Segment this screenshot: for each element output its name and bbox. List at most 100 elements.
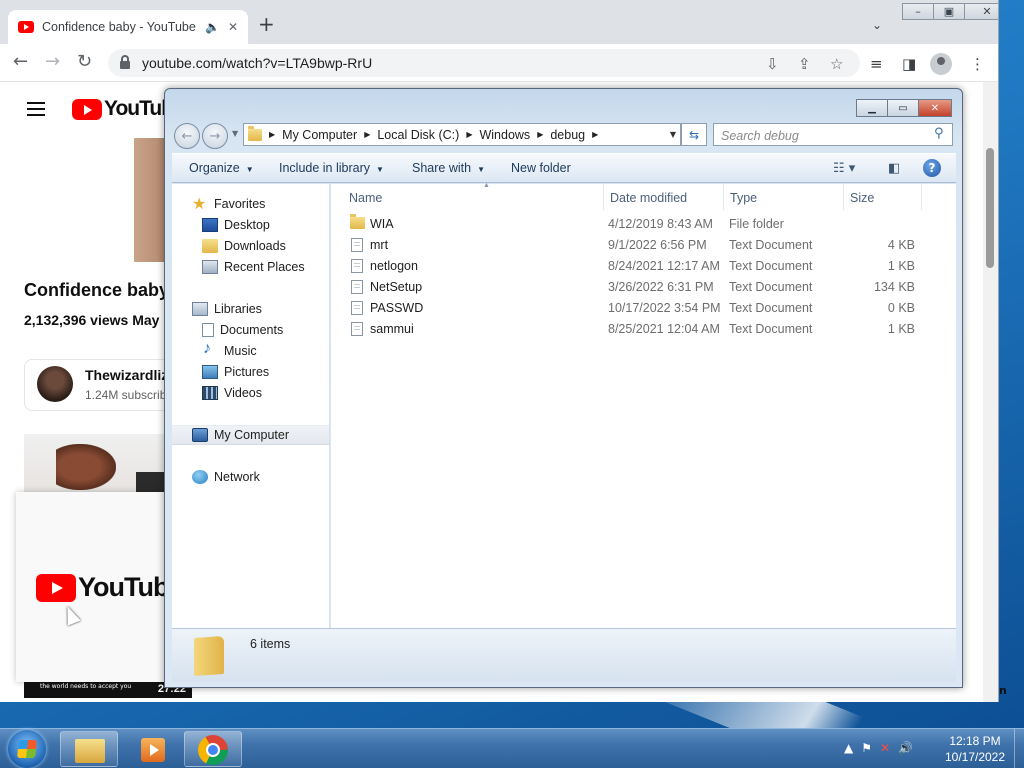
recommended-video-thumbnail[interactable] [24,434,164,494]
action-center-flag-icon[interactable]: ⚑ [861,741,872,755]
breadcrumb-separator-icon[interactable]: ▶ [537,130,543,139]
breadcrumb-windows[interactable]: Windows [479,128,530,142]
address-bar[interactable]: youtube.com/watch?v=LTA9bwp-RrU ⇩ ⇪ ☆ [108,49,860,77]
file-name: WIA [370,217,394,231]
nav-favorites[interactable]: Favorites [192,194,265,214]
nav-network[interactable]: Network [192,467,260,487]
column-header-type[interactable]: Type [724,184,844,210]
forward-button[interactable]: → [202,123,228,149]
forward-arrow-icon[interactable]: → [45,52,60,72]
close-tab-icon[interactable]: ✕ [228,20,238,34]
youtube-logo[interactable]: YouTube [72,97,164,121]
file-row-netsetup[interactable]: NetSetup 3/26/2022 6:31 PM Text Document… [349,277,939,298]
video-player[interactable] [134,138,164,262]
pictures-icon [202,365,218,379]
thumbnail-dark-area [136,472,164,494]
preview-pane-icon[interactable]: ◧ [888,161,900,176]
share-icon[interactable]: ⇪ [798,55,811,73]
nav-desktop[interactable]: Desktop [202,215,270,235]
nav-libraries[interactable]: Libraries [192,299,262,319]
nav-recent-places[interactable]: Recent Places [202,257,305,277]
nav-pictures[interactable]: Pictures [202,362,269,382]
close-window-button[interactable]: ✕ [964,3,998,20]
breadcrumb-local-disk[interactable]: Local Disk (C:) [377,128,459,142]
help-icon[interactable]: ? [923,159,941,177]
mini-player[interactable]: YouTube [16,492,183,682]
breadcrumb-separator-icon[interactable]: ▶ [269,130,275,139]
nav-my-computer[interactable]: My Computer [172,425,329,445]
profile-avatar[interactable] [930,53,952,75]
breadcrumb-separator-icon[interactable]: ▶ [364,130,370,139]
network-icon [192,470,208,484]
taskbar-media-player-button[interactable] [122,731,180,767]
taskbar-explorer-button[interactable] [60,731,118,767]
media-controls-icon[interactable]: ≡ [870,55,883,73]
show-hidden-icons-chevron-up-icon[interactable]: ▲ [844,741,853,755]
breadcrumb-debug[interactable]: debug [550,128,585,142]
lock-icon[interactable] [120,55,130,69]
url-text[interactable]: youtube.com/watch?v=LTA9bwp-RrU [142,55,372,71]
nav-music[interactable]: Music [202,340,257,361]
file-row-mrt[interactable]: mrt 9/1/2022 6:56 PM Text Document 4 KB [349,235,939,256]
reload-icon[interactable]: ↻ [77,52,92,72]
include-in-library-button[interactable]: Include in library ▼ [279,161,384,175]
column-header-date-modified[interactable]: Date modified [604,184,724,210]
bookmark-star-icon[interactable]: ☆ [830,55,843,73]
nav-label: My Computer [214,428,290,442]
volume-icon[interactable]: 🔊 [898,741,913,755]
nav-downloads[interactable]: Downloads [202,236,286,256]
network-disconnected-icon[interactable]: ✕ [880,741,890,755]
organize-button[interactable]: Organize ▼ [189,161,254,175]
recent-pages-chevron-down-icon[interactable]: ▼ [232,129,238,138]
explorer-minimize-button[interactable]: ▁ [856,99,888,117]
breadcrumb-separator-icon[interactable]: ▶ [592,130,598,139]
install-app-icon[interactable]: ⇩ [766,55,779,73]
view-options-icon[interactable]: ☷ ▾ [833,161,855,176]
share-with-button[interactable]: Share with ▼ [412,161,485,175]
nav-label: Pictures [224,365,270,379]
back-arrow-icon[interactable]: ← [13,52,28,72]
file-name: PASSWD [370,301,424,315]
channel-avatar[interactable] [37,366,73,402]
explorer-maximize-button[interactable]: ▭ [887,99,919,117]
tab-search-chevron-down-icon[interactable]: ⌄ [872,18,882,32]
channel-card[interactable]: Thewizardliz 1.24M subscrib [24,359,164,411]
breadcrumb-my-computer[interactable]: My Computer [282,128,357,142]
side-panel-icon[interactable]: ◨ [902,55,916,73]
file-row-netlogon[interactable]: netlogon 8/24/2021 12:17 AM Text Documen… [349,256,939,277]
file-row-wia[interactable]: WIA 4/12/2019 8:43 AM File folder [349,214,939,235]
taskbar-clock[interactable]: 12:18 PM 10/17/2022 [940,733,1010,765]
speaker-icon[interactable]: 🔈 [205,20,220,34]
nav-videos[interactable]: Videos [202,383,262,403]
new-folder-button[interactable]: New folder [511,161,571,175]
menu-kebab-icon[interactable]: ⋮ [970,55,985,73]
new-tab-button[interactable]: + [258,14,275,34]
sort-ascending-icon: ▲ [483,182,490,189]
scrollbar-thumb[interactable] [986,148,994,268]
navigation-pane: Favorites Desktop Downloads Recent Place… [172,184,330,628]
restore-button[interactable]: ▣ [933,3,965,20]
nav-documents[interactable]: Documents [202,320,283,340]
search-input[interactable] [713,123,953,146]
refresh-button[interactable]: ⇆ [681,123,707,146]
file-date: 8/25/2021 12:04 AM [608,322,720,336]
minimize-button[interactable]: – [902,3,934,20]
nav-label: Music [224,344,257,358]
thumbnail-image [56,444,116,490]
address-history-chevron-down-icon[interactable]: ▼ [670,130,676,139]
taskbar-chrome-button[interactable] [184,731,242,767]
page-scrollbar[interactable] [983,82,998,702]
breadcrumb-separator-icon[interactable]: ▶ [466,130,472,139]
start-button-windows-icon[interactable] [8,730,46,768]
address-breadcrumb-bar[interactable]: ▶ My Computer ▶ Local Disk (C:) ▶ Window… [243,123,681,146]
search-icon[interactable]: ⚲ [934,126,944,141]
column-header-size[interactable]: Size [844,184,922,210]
channel-name[interactable]: Thewizardliz [85,367,164,383]
file-row-sammui[interactable]: sammui 8/25/2021 12:04 AM Text Document … [349,319,939,340]
explorer-close-button[interactable]: ✕ [918,99,952,117]
show-desktop-button[interactable] [1014,729,1024,768]
column-header-name[interactable]: Name ▲ [343,182,604,210]
file-row-passwd[interactable]: PASSWD 10/17/2022 3:54 PM Text Document … [349,298,939,319]
back-button[interactable]: ← [174,123,200,149]
browser-tab-youtube[interactable]: Confidence baby - YouTube 🔈 ✕ [8,10,248,44]
